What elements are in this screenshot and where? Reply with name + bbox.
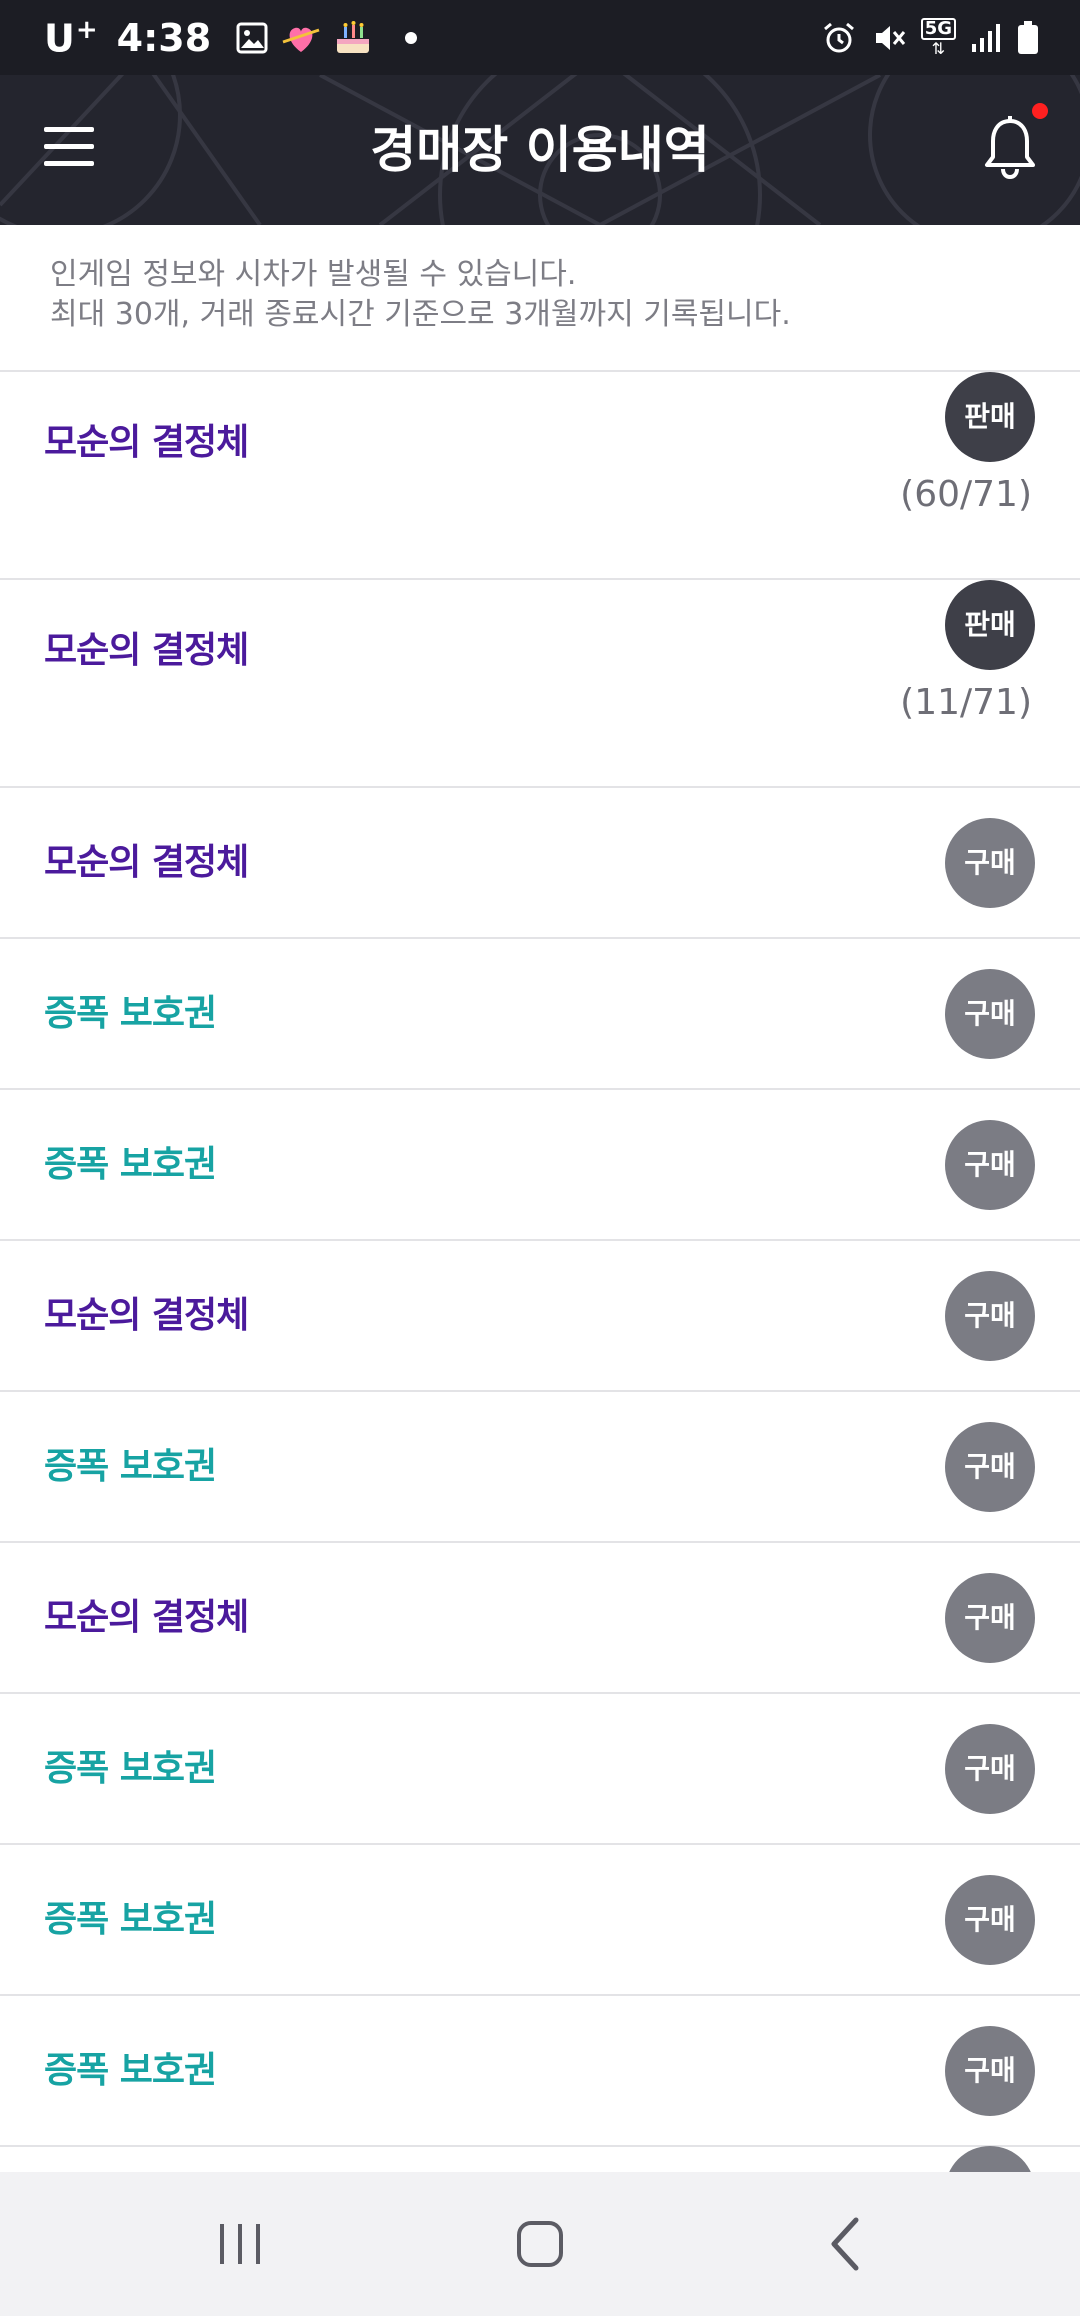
network-5g-icon: 5G ⇅ xyxy=(920,17,956,58)
history-row[interactable]: 모순의 결정체 판매 (60/71) xyxy=(0,372,1080,580)
notification-bell-button[interactable] xyxy=(980,113,1040,183)
history-row[interactable]: 증폭 보호권 구매 xyxy=(0,1090,1080,1241)
carrier-label: U+ xyxy=(44,14,99,61)
network-label: 5G xyxy=(920,17,956,40)
buy-badge: 구매 xyxy=(945,2026,1035,2116)
system-navigation-bar xyxy=(0,2172,1080,2316)
buy-badge: 구매 xyxy=(945,1875,1035,1965)
history-row[interactable]: 증폭 보호권 구매 xyxy=(0,1694,1080,1845)
status-time: 4:38 xyxy=(116,15,212,60)
notice-line-2: 최대 30개, 거래 종료시간 기준으로 3개월까지 기록됩니다. xyxy=(50,297,791,332)
status-bar: U+ 4:38 5G ⇅ xyxy=(0,0,1080,75)
sell-badge: 판매 xyxy=(945,580,1035,670)
buy-badge: 구매 xyxy=(945,1271,1035,1361)
birthday-cake-icon xyxy=(337,20,370,53)
buy-badge: 구매 xyxy=(945,1422,1035,1512)
item-name: 모순의 결정체 xyxy=(44,842,249,883)
history-row[interactable]: 모순의 결정체 구매 xyxy=(0,1241,1080,1392)
back-button[interactable] xyxy=(785,2172,905,2316)
history-row[interactable]: 모순의 결정체 판매 (11/71) xyxy=(0,580,1080,788)
history-row[interactable]: 증폭 보호권 구매 xyxy=(0,939,1080,1090)
bell-icon xyxy=(985,116,1035,180)
item-name: 모순의 결정체 xyxy=(44,630,249,671)
quantity-label: (60/71) xyxy=(900,474,1032,515)
notice-line-1: 인게임 정보와 시차가 발생될 수 있습니다. xyxy=(50,257,577,292)
buy-badge: 구매 xyxy=(945,1120,1035,1210)
new-notification-dot xyxy=(1032,103,1048,119)
home-button[interactable] xyxy=(480,2172,600,2316)
item-name: 증폭 보호권 xyxy=(44,1748,217,1789)
item-name: 증폭 보호권 xyxy=(44,1899,217,1940)
battery-icon xyxy=(1018,20,1038,54)
gallery-icon xyxy=(236,22,268,53)
recent-apps-icon xyxy=(220,2224,260,2264)
buy-badge: 구매 xyxy=(945,1724,1035,1814)
signal-icon xyxy=(972,23,1000,52)
item-name: 증폭 보호권 xyxy=(44,993,217,1034)
status-right: 5G ⇅ xyxy=(821,0,1040,75)
history-row[interactable]: 모순의 결정체 구매 xyxy=(0,1543,1080,1694)
back-arrow-icon xyxy=(831,2217,859,2271)
data-arrows-icon: ⇅ xyxy=(931,38,946,58)
quantity-label: (11/71) xyxy=(900,682,1032,723)
item-name: 모순의 결정체 xyxy=(44,422,249,463)
status-left: U+ 4:38 xyxy=(44,0,418,75)
notification-icons xyxy=(235,19,418,57)
recent-apps-button[interactable] xyxy=(180,2172,300,2316)
auction-history-list: 모순의 결정체 판매 (60/71) 모순의 결정체 판매 (11/71) 모순의 결정체 구… xyxy=(0,372,1080,2147)
history-row[interactable]: 모순의 결정체 구매 xyxy=(0,788,1080,939)
screen: U+ 4:38 5G ⇅ 경매장 이용내역 인게임 정보와 시차가 발생될 수 … xyxy=(0,0,1080,2316)
home-icon xyxy=(517,2221,563,2267)
history-row[interactable]: 증폭 보호권 구매 xyxy=(0,1392,1080,1543)
item-name: 모순의 결정체 xyxy=(44,1295,249,1336)
buy-badge: 구매 xyxy=(945,818,1035,908)
buy-badge: 구매 xyxy=(945,1573,1035,1663)
sell-badge: 판매 xyxy=(945,372,1035,462)
mute-icon xyxy=(875,25,905,50)
alarm-icon xyxy=(823,22,854,52)
more-notifications-dot xyxy=(405,31,418,44)
item-name: 증폭 보호권 xyxy=(44,1446,217,1487)
history-row[interactable]: 증폭 보호권 구매 xyxy=(0,1845,1080,1996)
history-row[interactable]: 증폭 보호권 구매 xyxy=(0,1996,1080,2147)
history-notice: 인게임 정보와 시차가 발생될 수 있습니다. 최대 30개, 거래 종료시간 … xyxy=(0,225,1080,372)
item-name: 모순의 결정체 xyxy=(44,1597,249,1638)
buy-badge: 구매 xyxy=(945,969,1035,1059)
cupid-heart-icon xyxy=(282,27,320,52)
page-title: 경매장 이용내역 xyxy=(370,121,710,179)
item-name: 증폭 보호권 xyxy=(44,2050,217,2091)
app-header: 경매장 이용내역 xyxy=(0,75,1080,225)
item-name: 증폭 보호권 xyxy=(44,1144,217,1185)
